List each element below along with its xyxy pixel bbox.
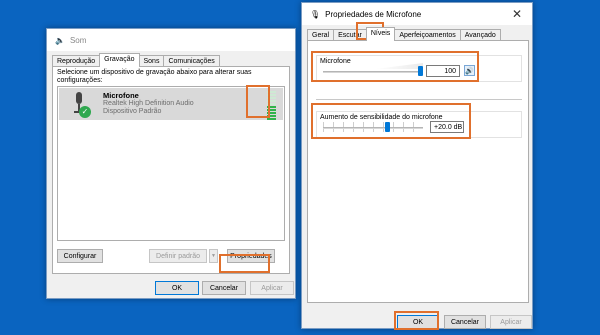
microphone-label: Microfone [320, 58, 351, 65]
device-row-microphone[interactable]: ✓ Microfone Realtek High Definition Audi… [59, 88, 283, 120]
properties-ok-button[interactable]: OK [397, 315, 439, 329]
properties-cancel-button[interactable]: Cancelar [444, 315, 486, 329]
chevron-down-icon: ▼ [211, 253, 216, 259]
sound-dialog: 🔈 Som Reprodução Gravação Sons Comunicaç… [46, 28, 296, 299]
speaker-mute-icon[interactable]: 🔊 [464, 65, 475, 76]
checkmark-icon: ✓ [79, 106, 91, 118]
tab-levels[interactable]: Níveis [365, 27, 396, 41]
device-name: Microfone [103, 91, 139, 100]
properties-apply-button[interactable]: Aplicar [490, 315, 532, 329]
microphone-level-field[interactable]: 100 [426, 65, 460, 77]
device-driver: Realtek High Definition Audio [103, 100, 194, 107]
boost-group: Aumento de sensibilidade do microfone +2… [316, 111, 522, 138]
boost-value-field: +20.0 dB [430, 121, 464, 133]
boost-slider-track[interactable] [323, 127, 423, 129]
level-meter [267, 91, 276, 120]
meter-segment [267, 100, 276, 102]
meter-segment [267, 112, 276, 114]
sound-ok-button[interactable]: OK [155, 281, 199, 295]
levels-panel: Microfone 100 🔊 Aumento de sensibilidade… [307, 40, 529, 303]
separator [316, 99, 522, 100]
sound-tab-strip: Reprodução Gravação Sons Comunicações [52, 53, 220, 67]
meter-segment [267, 118, 276, 120]
instruction-text: Selecione um dispositivo de gravação aba… [57, 69, 252, 84]
microphone-group: Microfone 100 🔊 [316, 55, 522, 82]
boost-label: Aumento de sensibilidade do microfone [320, 114, 443, 121]
boost-value: +20.0 dB [434, 123, 463, 131]
properties-window-title: Propriedades de Microfone [325, 9, 422, 19]
microphone-properties-dialog: 🎙 Propriedades de Microfone ✕ Geral Escu… [301, 2, 533, 329]
meter-segment [267, 97, 276, 99]
meter-segment [267, 91, 276, 93]
meter-segment [267, 103, 276, 105]
volume-wedge [375, 63, 423, 69]
tab-recording[interactable]: Gravação [99, 53, 140, 67]
sound-window-title: Som [69, 35, 87, 45]
sound-cancel-button[interactable]: Cancelar [202, 281, 246, 295]
microphone-level-value: 100 [444, 67, 456, 75]
properties-tab-strip: Geral Escutar Níveis Aperfeiçoamentos Av… [307, 27, 501, 41]
boost-slider-thumb[interactable] [385, 122, 390, 132]
device-list[interactable]: ✓ Microfone Realtek High Definition Audi… [57, 86, 285, 241]
meter-segment [267, 94, 276, 96]
meter-segment [267, 115, 276, 117]
properties-titlebar[interactable]: 🎙 Propriedades de Microfone ✕ [302, 3, 532, 25]
close-icon[interactable]: ✕ [502, 3, 532, 25]
configure-button[interactable]: Configurar [57, 249, 103, 263]
sound-apply-button[interactable]: Aplicar [250, 281, 294, 295]
speaker-icon: 🔈 [55, 35, 65, 45]
properties-button[interactable]: Propriedades [227, 249, 275, 263]
sound-titlebar[interactable]: 🔈 Som [47, 29, 295, 51]
microphone-slider-thumb[interactable] [418, 66, 423, 76]
microphone-slider-track[interactable] [323, 71, 423, 73]
set-default-button[interactable]: Definir padrão [149, 249, 207, 263]
device-status: Dispositivo Padrão [103, 108, 162, 115]
microphone-icon: 🎙 [310, 9, 321, 19]
set-default-dropdown[interactable]: ▼ [209, 249, 218, 263]
meter-segment [267, 109, 276, 111]
recording-panel: Selecione um dispositivo de gravação aba… [52, 66, 290, 274]
meter-segment [267, 106, 276, 108]
